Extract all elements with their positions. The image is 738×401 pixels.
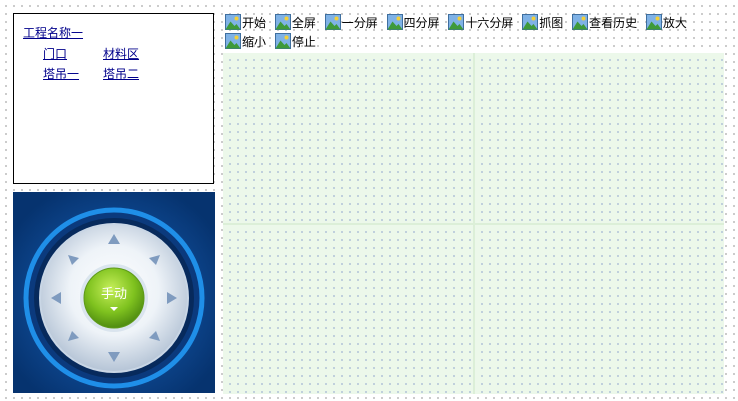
stop-label: 停止	[291, 35, 316, 49]
capture-label: 抓图	[539, 16, 564, 30]
capture-button[interactable]: 抓图	[522, 14, 563, 33]
video-cell-4[interactable]	[474, 224, 724, 394]
single-split-label: 一分屏	[341, 16, 378, 30]
image-icon	[522, 14, 539, 30]
video-cell-2[interactable]	[474, 53, 724, 223]
view-history-label: 查看历史	[589, 16, 638, 30]
fullscreen-button[interactable]: 全屏	[274, 14, 316, 33]
ptz-control-panel: 手动	[13, 192, 215, 393]
site-link-tower-crane-1[interactable]: 塔吊一	[43, 66, 103, 82]
image-icon	[386, 14, 403, 30]
zoom-in-label: 放大	[662, 16, 687, 30]
site-link-gate[interactable]: 门口	[43, 46, 103, 62]
start-label: 开始	[242, 16, 267, 30]
video-toolbar: 开始 全屏 一分屏 四分屏 十六分屏 抓图 查看历史 放大 缩小 停止	[225, 14, 738, 52]
single-split-button[interactable]: 一分屏	[324, 14, 378, 33]
project-name-link[interactable]: 工程名称一	[23, 24, 83, 41]
site-link-tower-crane-2[interactable]: 塔吊二	[103, 66, 163, 82]
zoom-in-button[interactable]: 放大	[645, 14, 687, 33]
image-icon	[645, 14, 662, 30]
site-link-material-area[interactable]: 材料区	[103, 46, 163, 62]
image-icon	[572, 14, 589, 30]
image-icon	[324, 14, 341, 30]
sixteen-split-label: 十六分屏	[465, 16, 514, 30]
view-history-button[interactable]: 查看历史	[572, 14, 637, 33]
ptz-manual-button[interactable]: 手动	[80, 264, 148, 332]
image-icon	[274, 14, 291, 30]
stop-button[interactable]: 停止	[274, 33, 316, 52]
image-icon	[274, 33, 291, 49]
sixteen-split-button[interactable]: 十六分屏	[448, 14, 513, 33]
site-list: 门口 材料区 塔吊一 塔吊二	[43, 46, 163, 82]
zoom-out-button[interactable]: 缩小	[225, 33, 266, 52]
ptz-manual-label: 手动	[101, 287, 127, 302]
project-panel: 工程名称一 门口 材料区 塔吊一 塔吊二	[13, 13, 214, 184]
four-split-label: 四分屏	[403, 16, 440, 30]
start-button[interactable]: 开始	[225, 14, 266, 33]
image-icon	[225, 14, 241, 30]
image-icon	[448, 14, 465, 30]
video-cell-3[interactable]	[223, 224, 473, 394]
video-grid	[223, 53, 724, 394]
image-icon	[225, 33, 241, 49]
fullscreen-label: 全屏	[291, 16, 316, 30]
zoom-out-label: 缩小	[242, 35, 267, 49]
video-cell-1[interactable]	[223, 53, 473, 223]
ptz-dial: 手动	[13, 192, 215, 393]
four-split-button[interactable]: 四分屏	[386, 14, 440, 33]
